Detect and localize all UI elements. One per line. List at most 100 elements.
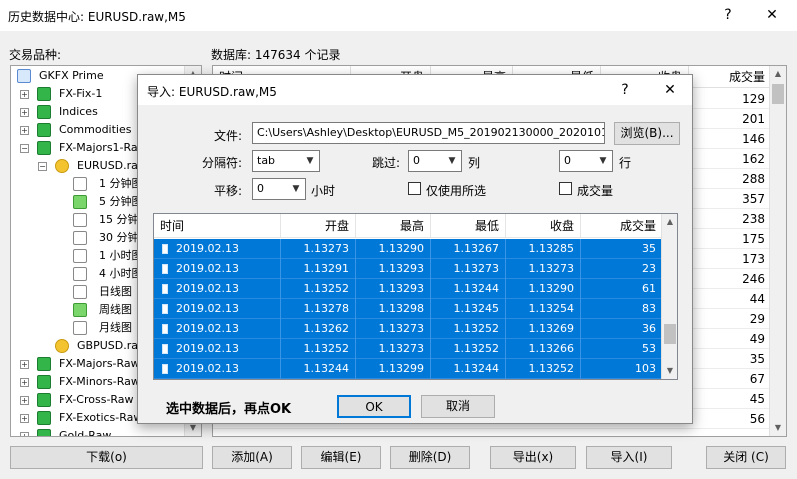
folder-icon [37,105,51,119]
collapse-icon[interactable]: − [20,144,29,153]
cell-high: 1.13290 [356,239,431,259]
dialog-help-button[interactable]: ? [605,79,645,101]
volume-cell: 175 [742,232,765,246]
grid-header-low[interactable]: 最低 [431,214,506,238]
only-selected-checkbox[interactable] [408,182,421,195]
grid-header-high[interactable]: 最高 [356,214,431,238]
close-button[interactable]: ✕ [752,4,792,26]
cell-time: 2019.02.13 00:20 [154,279,281,315]
tree-label: 5 分钟图 [99,195,143,208]
grid-row-selected[interactable]: 2019.02.13 00:301.132731.132901.132671.1… [154,239,662,275]
expand-icon[interactable]: + [20,126,29,135]
tree-label: Commodities [59,123,132,136]
edit-button[interactable]: 编辑(E) [301,446,381,469]
import-button[interactable]: 导入(I) [586,446,672,469]
grid-row-selected[interactable]: 2019.02.13 00:051.132521.132731.132521.1… [154,339,662,375]
cell-time: 2019.02.13 00:30 [154,239,281,275]
close-window-button[interactable]: 关闭 (C) [706,446,786,469]
symbol-icon [55,159,69,173]
help-button[interactable]: ? [708,4,748,26]
cell-low: 1.13267 [431,239,506,259]
volume-label: 成交量 [577,184,614,198]
tree-label: 4 小时图 [99,267,143,280]
grid-row-selected[interactable]: 2019.02.13 00:001.132441.132991.132441.1… [154,359,662,379]
tree-label: FX-Exotics-Raw [59,411,143,424]
scroll-down-icon[interactable]: ▼ [770,420,786,436]
cell-high: 1.13273 [356,339,431,359]
cell-low: 1.13244 [431,359,506,379]
volume-cell: 146 [742,132,765,146]
volume-cell: 44 [749,292,765,306]
dialog-titlebar: 导入: EURUSD.raw,M5 ? ✕ [138,75,692,105]
skip-rows-select[interactable]: 0 ▼ [559,150,613,172]
tree-label: 1 小时图 [99,249,143,262]
folder-icon [37,357,51,371]
scroll-down-icon[interactable]: ▼ [662,363,677,379]
scroll-thumb[interactable] [772,84,784,104]
volume-cell: 173 [742,252,765,266]
import-preview-grid[interactable]: 时间 开盘 最高 最低 收盘 成交量 2019.02.13 00:301.132… [153,213,678,380]
tree-label: 周线图 [99,303,132,316]
folder-icon [37,123,51,137]
table-scrollbar[interactable]: ▲ ▼ [769,66,786,436]
cell-close: 1.13290 [506,279,581,299]
rows-unit: 行 [619,156,632,170]
cell-low: 1.13244 [431,279,506,299]
separator-value: tab [257,154,276,167]
grid-row-selected[interactable]: 2019.02.13 00:101.132621.132731.132521.1… [154,319,662,355]
cell-volume: 53 [642,342,656,355]
grid-header-time[interactable]: 时间 [154,214,281,238]
file-path-field[interactable]: C:\Users\Ashley\Desktop\EURUSD_M5_201902… [252,122,605,144]
cell-open: 1.13278 [281,299,356,319]
cell-open: 1.13252 [281,279,356,299]
folder-icon [37,87,51,101]
grid-header-close[interactable]: 收盘 [506,214,581,238]
column-header-volume[interactable]: 成交量 [689,66,771,88]
shift-hours-select[interactable]: 0 ▼ [252,178,306,200]
cell-time: 2019.02.13 00:05 [154,339,281,375]
cell-low: 1.13273 [431,259,506,279]
cell-high: 1.13273 [356,319,431,339]
grid-row-selected[interactable]: 2019.02.13 00:151.132781.132981.132451.1… [154,299,662,335]
grid-row-selected[interactable]: 2019.02.13 00:201.132521.132931.132441.1… [154,279,662,315]
grid-scrollbar[interactable]: ▲ ▼ [661,214,677,379]
expand-icon[interactable]: + [20,432,29,436]
export-button[interactable]: 导出(x) [490,446,576,469]
skip-columns-select[interactable]: 0 ▼ [408,150,462,172]
expand-icon[interactable]: + [20,414,29,423]
chevron-down-icon: ▼ [292,184,300,194]
window-titlebar: 历史数据中心: EURUSD.raw,M5 ? ✕ [0,0,797,31]
window-title: 历史数据中心: EURUSD.raw,M5 [8,10,186,24]
only-selected-label: 仅使用所选 [426,184,487,198]
expand-icon[interactable]: + [20,360,29,369]
expand-icon[interactable]: + [20,396,29,405]
expand-icon[interactable]: + [20,90,29,99]
cell-time: 2019.02.13 00:25 [154,259,281,295]
volume-cell: 67 [749,372,765,386]
scroll-thumb[interactable] [664,324,676,344]
volume-checkbox[interactable] [559,182,572,195]
download-button[interactable]: 下载(o) [10,446,203,469]
cell-time: 2019.02.13 00:00 [154,359,281,379]
separator-select[interactable]: tab ▼ [252,150,320,172]
chevron-down-icon: ▼ [599,156,607,166]
ok-button[interactable]: OK [337,395,411,418]
cell-volume: 61 [642,282,656,295]
skip-columns-value: 0 [413,154,420,167]
browse-button[interactable]: 浏览(B)... [614,122,680,145]
grid-header-volume[interactable]: 成交量 [581,214,662,238]
expand-icon[interactable]: + [20,108,29,117]
grid-row-selected[interactable]: 2019.02.13 00:251.132911.132931.132731.1… [154,259,662,295]
tree-label: FX-Majors-Raw [59,357,140,370]
scroll-up-icon[interactable]: ▲ [662,214,677,230]
grid-header-open[interactable]: 开盘 [281,214,356,238]
cancel-button[interactable]: 取消 [421,395,495,418]
timeframe-icon [73,267,87,281]
collapse-icon[interactable]: − [38,162,47,171]
timeframe-active-icon [73,303,87,317]
scroll-up-icon[interactable]: ▲ [770,66,786,82]
delete-button[interactable]: 删除(D) [390,446,470,469]
expand-icon[interactable]: + [20,378,29,387]
dialog-close-button[interactable]: ✕ [650,79,690,101]
add-button[interactable]: 添加(A) [212,446,292,469]
